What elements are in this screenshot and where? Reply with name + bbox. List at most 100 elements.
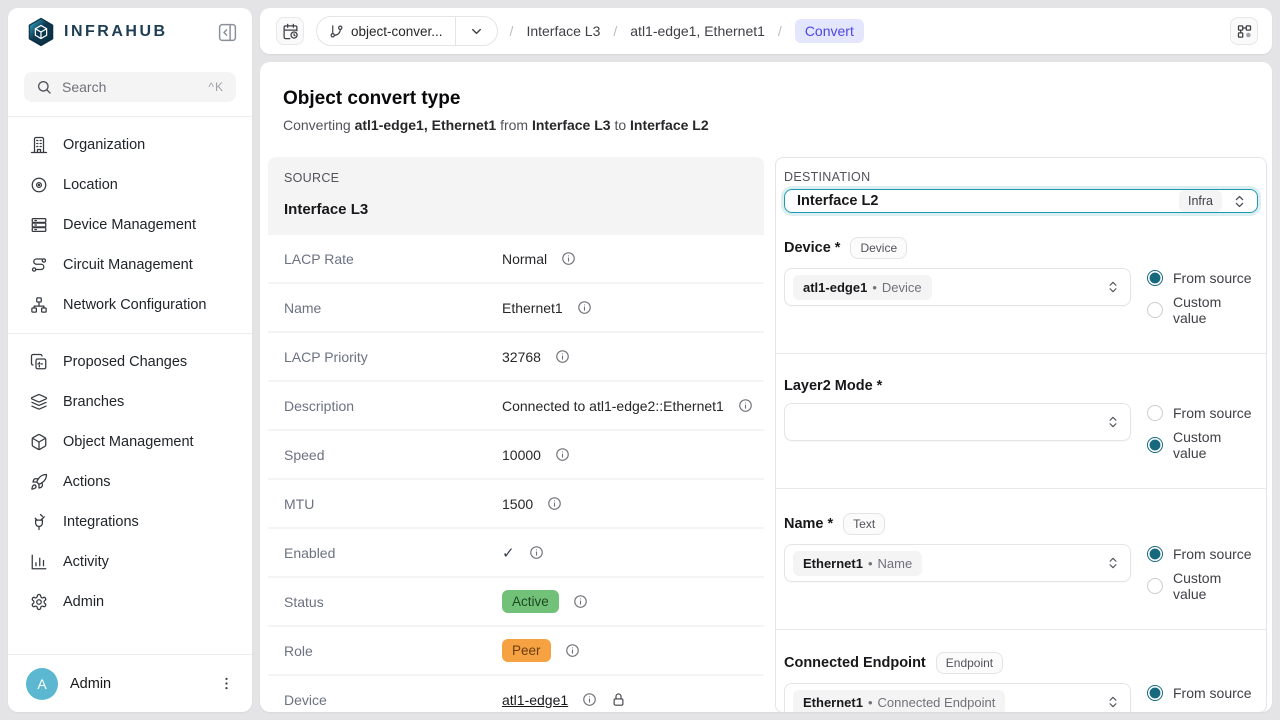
radio-custom-value[interactable]: Custom value [1147, 709, 1258, 712]
radio-custom-value[interactable]: Custom value [1147, 429, 1258, 461]
source-row-status: Status Active [268, 578, 764, 625]
search-placeholder: Search [62, 79, 106, 95]
field-label: Name * [784, 516, 833, 532]
info-icon[interactable] [529, 545, 544, 560]
row-label: Enabled [284, 545, 502, 561]
sidebar-item-organization[interactable]: Organization [8, 125, 252, 165]
radio-label: From source [1173, 546, 1252, 562]
row-value: Connected to atl1-edge2::Ethernet1 [502, 398, 724, 414]
status-badge: Active [502, 590, 559, 613]
row-label: LACP Priority [284, 349, 502, 365]
row-label: Name [284, 300, 502, 316]
device-select[interactable]: atl1-edge1•Device [784, 268, 1131, 306]
breadcrumb-interface-l3[interactable]: Interface L3 [526, 23, 600, 39]
row-value: 32768 [502, 349, 541, 365]
chevron-down-icon [456, 24, 497, 39]
radio-dot [1147, 437, 1163, 453]
radio-from-source[interactable]: From source [1147, 685, 1258, 701]
sidebar-item-integrations[interactable]: Integrations [8, 502, 252, 542]
sidebar-item-location[interactable]: Location [8, 165, 252, 205]
pill-separator: • [868, 695, 873, 710]
chevrons-up-down-icon [1106, 415, 1120, 429]
sidebar-item-proposed-changes[interactable]: Proposed Changes [8, 342, 252, 382]
source-row-role: Role Peer [268, 627, 764, 674]
radio-from-source[interactable]: From source [1147, 546, 1258, 562]
source-kind: Interface L3 [284, 201, 748, 218]
breadcrumb-object[interactable]: atl1-edge1, Ethernet1 [630, 23, 765, 39]
info-icon[interactable] [582, 692, 597, 707]
radio-dot [1147, 270, 1163, 286]
namespace-badge: Infra [1179, 190, 1222, 212]
radio-label: Custom value [1173, 294, 1258, 326]
info-icon[interactable] [555, 349, 570, 364]
sidebar-item-network-configuration[interactable]: Network Configuration [8, 285, 252, 325]
radio-from-source[interactable]: From source [1147, 405, 1258, 421]
subtitle-object: atl1-edge1, Ethernet1 [355, 117, 497, 133]
time-travel-button[interactable] [276, 17, 304, 45]
row-value: Ethernet1 [502, 300, 563, 316]
lock-icon [611, 692, 626, 707]
branch-selector[interactable]: object-conver... [316, 16, 498, 46]
field-layer2-mode: Layer2 Mode * From source Custom value [776, 354, 1266, 489]
sidebar-item-branches[interactable]: Branches [8, 382, 252, 422]
layer2-mode-select[interactable] [784, 403, 1131, 441]
selected-value-pill: Ethernet1•Name [793, 551, 922, 576]
selected-value-pill: atl1-edge1•Device [793, 275, 932, 300]
field-label: Layer2 Mode * [784, 378, 882, 394]
breadcrumb-separator: / [778, 23, 782, 39]
bar-chart-icon [30, 553, 48, 571]
sidebar-group-app: Proposed Changes Branches Object Managem… [8, 334, 252, 630]
radio-custom-value[interactable]: Custom value [1147, 570, 1258, 602]
info-icon[interactable] [555, 447, 570, 462]
user-menu-kebab-icon[interactable] [214, 672, 238, 696]
radio-label: Custom value [1173, 570, 1258, 602]
sidebar-item-activity[interactable]: Activity [8, 542, 252, 582]
info-icon[interactable] [547, 496, 562, 511]
branch-name: object-conver... [351, 24, 443, 39]
role-badge: Peer [502, 639, 551, 662]
pill-main: atl1-edge1 [803, 280, 867, 295]
source-row-enabled: Enabled ✓ [268, 529, 764, 576]
git-branch-icon [329, 24, 344, 39]
nav-label: Activity [63, 554, 109, 570]
name-select[interactable]: Ethernet1•Name [784, 544, 1131, 582]
info-icon[interactable] [565, 643, 580, 658]
connected-endpoint-select[interactable]: Ethernet1•Connected Endpoint [784, 683, 1131, 712]
search-input[interactable]: Search ^K [24, 72, 236, 102]
subtitle-to-type: Interface L2 [630, 117, 709, 133]
sidebar-item-admin[interactable]: Admin [8, 582, 252, 622]
breadcrumb-convert[interactable]: Convert [795, 19, 864, 43]
info-icon[interactable] [577, 300, 592, 315]
info-icon[interactable] [738, 398, 753, 413]
radio-dot [1147, 578, 1163, 594]
radio-label: From source [1173, 685, 1252, 701]
radio-label: From source [1173, 270, 1252, 286]
device-link[interactable]: atl1-edge1 [502, 692, 568, 708]
info-icon[interactable] [561, 251, 576, 266]
field-device: Device * Device atl1-edge1•Device From s… [776, 213, 1266, 354]
avatar[interactable]: A [26, 668, 58, 700]
schema-button[interactable] [1230, 17, 1258, 45]
field-kind-badge: Endpoint [936, 652, 1003, 674]
row-value: Normal [502, 251, 547, 267]
brand-name: INFRAHUB [64, 23, 168, 41]
radio-from-source[interactable]: From source [1147, 270, 1258, 286]
radio-custom-value[interactable]: Custom value [1147, 294, 1258, 326]
destination-type-value: Interface L2 [797, 193, 1169, 209]
field-label: Connected Endpoint [784, 655, 926, 671]
selected-value-pill: Ethernet1•Connected Endpoint [793, 690, 1005, 713]
user-name: Admin [70, 676, 202, 692]
radio-label: Custom value [1173, 709, 1258, 712]
sidebar-item-object-management[interactable]: Object Management [8, 422, 252, 462]
building-icon [30, 136, 48, 154]
row-label: LACP Rate [284, 251, 502, 267]
info-icon[interactable] [573, 594, 588, 609]
sidebar-item-actions[interactable]: Actions [8, 462, 252, 502]
sidebar-collapse-icon[interactable] [214, 19, 240, 45]
sidebar-item-device-management[interactable]: Device Management [8, 205, 252, 245]
search-icon [36, 79, 52, 95]
row-value: 10000 [502, 447, 541, 463]
destination-type-select[interactable]: Interface L2 Infra [784, 189, 1258, 213]
circle-dot-icon [30, 176, 48, 194]
sidebar-item-circuit-management[interactable]: Circuit Management [8, 245, 252, 285]
